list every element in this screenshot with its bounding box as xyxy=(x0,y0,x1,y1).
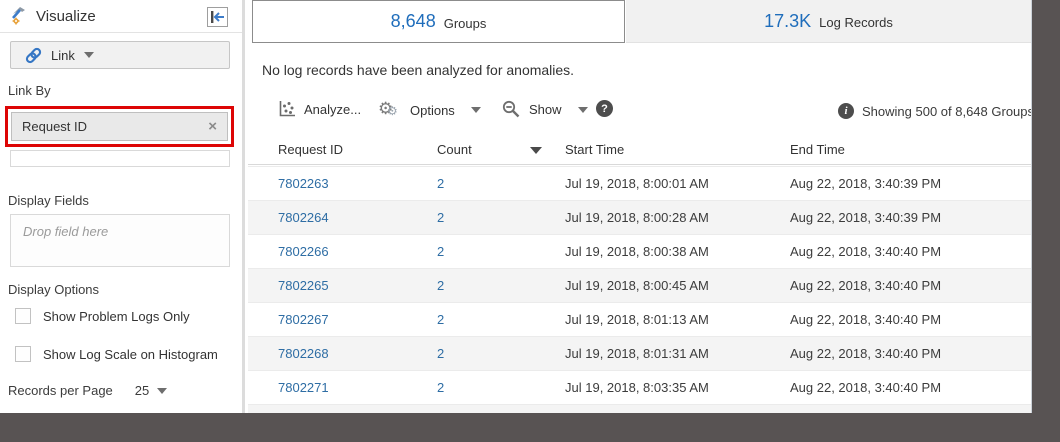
end-time-cell: Aug 22, 2018, 3:40:40 PM xyxy=(790,244,942,259)
tab-log-records[interactable]: 17.3K Log Records xyxy=(626,0,1031,43)
display-fields-label: Display Fields xyxy=(8,193,89,208)
groups-tab-label: Groups xyxy=(443,15,487,31)
visualize-hammer-icon xyxy=(12,7,25,25)
table-header-row: Request ID Count Start Time End Time xyxy=(248,135,1031,165)
panel-splitter[interactable] xyxy=(242,0,245,413)
request-id-link[interactable]: 7802271 xyxy=(278,380,329,395)
table-row[interactable]: 7802268 2 Jul 19, 2018, 8:01:31 AM Aug 22, … xyxy=(248,336,1031,370)
dropzone-placeholder: Drop field here xyxy=(23,224,109,239)
count-link[interactable]: 2 xyxy=(437,380,444,395)
analyze-label: Analyze... xyxy=(304,101,362,117)
results-summary: i Showing 500 of 8,648 Groups xyxy=(838,103,1034,119)
link-by-empty-slot[interactable] xyxy=(10,150,230,167)
column-header-request-id[interactable]: Request ID xyxy=(278,142,343,157)
start-time-cell: Jul 19, 2018, 8:00:01 AM xyxy=(565,176,709,191)
records-per-page-value[interactable]: 25 xyxy=(135,383,149,398)
groups-count: 8,648 xyxy=(390,11,436,31)
log-records-count: 17.3K xyxy=(764,10,812,31)
remove-field-icon[interactable]: × xyxy=(208,119,217,134)
table-row[interactable]: 7802264 2 Jul 19, 2018, 8:00:28 AM Aug 22, … xyxy=(248,200,1031,234)
chevron-down-icon xyxy=(470,107,481,113)
end-time-cell: Aug 22, 2018, 3:40:40 PM xyxy=(790,278,942,293)
column-header-count[interactable]: Count xyxy=(437,142,472,157)
count-link[interactable]: 2 xyxy=(437,176,444,191)
anomaly-message: No log records have been analyzed for an… xyxy=(262,62,575,78)
collapse-panel-button[interactable] xyxy=(207,7,228,27)
start-time-cell: Jul 19, 2018, 8:01:13 AM xyxy=(565,312,709,327)
chevron-down-icon xyxy=(577,106,588,113)
start-time-cell: Jul 19, 2018, 8:00:45 AM xyxy=(565,278,709,293)
option-log-scale-histogram: Show Log Scale on Histogram xyxy=(15,346,218,362)
help-button[interactable]: ? xyxy=(596,100,613,117)
analyze-scatter-icon xyxy=(279,101,295,117)
link-by-label: Link By xyxy=(8,83,51,98)
column-header-start-time[interactable]: Start Time xyxy=(565,142,624,157)
end-time-cell: Aug 22, 2018, 3:40:40 PM xyxy=(790,346,942,361)
link-icon xyxy=(25,47,42,63)
options-menu-button[interactable]: ⚙ ⚙ Options xyxy=(378,100,481,120)
end-time-cell: Aug 22, 2018, 3:40:39 PM xyxy=(790,176,942,191)
display-fields-dropzone[interactable]: Drop field here xyxy=(10,214,230,267)
request-id-link[interactable]: 7802264 xyxy=(278,210,329,225)
info-icon: i xyxy=(838,103,854,119)
request-id-link[interactable]: 7802266 xyxy=(278,244,329,259)
results-summary-text: Showing 500 of 8,648 Groups xyxy=(862,103,1035,119)
link-by-field-pill[interactable]: Request ID × xyxy=(11,112,228,141)
collapse-left-icon xyxy=(211,11,224,23)
chevron-down-icon[interactable] xyxy=(157,387,168,394)
panel-header: Visualize xyxy=(0,0,242,33)
options-label: Options xyxy=(410,102,455,118)
chevron-down-icon xyxy=(83,52,94,58)
count-link[interactable]: 2 xyxy=(437,244,444,259)
log-analytics-window: Visualize Link Link By Request ID × Disp… xyxy=(0,0,1060,442)
request-id-link[interactable]: 7802267 xyxy=(278,312,329,327)
table-row[interactable]: 7802271 2 Jul 19, 2018, 8:03:35 AM Aug 22, … xyxy=(248,370,1031,404)
log-records-tab-label: Log Records xyxy=(819,15,893,30)
show-menu-button[interactable]: Show xyxy=(502,100,588,119)
window-frame-right xyxy=(1031,0,1060,442)
start-time-cell: Jul 19, 2018, 8:00:28 AM xyxy=(565,210,709,225)
records-per-page-control: Records per Page 25 xyxy=(8,383,168,398)
link-menu-button[interactable]: Link xyxy=(10,41,230,69)
display-options-label: Display Options xyxy=(8,282,100,297)
visualize-panel: Visualize Link Link By Request ID × Disp… xyxy=(0,0,242,413)
request-id-link[interactable]: 7802263 xyxy=(278,176,329,191)
link-button-label: Link xyxy=(51,47,75,63)
end-time-cell: Aug 22, 2018, 3:40:39 PM xyxy=(790,210,942,225)
sort-descending-icon[interactable] xyxy=(530,147,542,154)
options-gears-icon: ⚙ ⚙ xyxy=(378,99,398,118)
option-show-problem-logs: Show Problem Logs Only xyxy=(15,308,190,324)
tab-groups[interactable]: 8,648 Groups xyxy=(252,0,625,43)
panel-title: Visualize xyxy=(36,7,96,25)
table-row[interactable]: 7802267 2 Jul 19, 2018, 8:01:13 AM Aug 22, … xyxy=(248,302,1031,336)
count-link[interactable]: 2 xyxy=(437,312,444,327)
table-row[interactable]: 7802265 2 Jul 19, 2018, 8:00:45 AM Aug 22, … xyxy=(248,268,1031,302)
start-time-cell: Jul 19, 2018, 8:01:31 AM xyxy=(565,346,709,361)
help-icon: ? xyxy=(596,100,613,117)
window-frame-bottom xyxy=(0,413,1060,442)
records-per-page-label: Records per Page xyxy=(8,383,113,398)
request-id-link[interactable]: 7802265 xyxy=(278,278,329,293)
show-problem-logs-checkbox[interactable] xyxy=(15,308,31,324)
table-row[interactable]: 7802266 2 Jul 19, 2018, 8:00:38 AM Aug 22, … xyxy=(248,234,1031,268)
count-link[interactable]: 2 xyxy=(437,346,444,361)
count-link[interactable]: 2 xyxy=(437,278,444,293)
zoom-out-icon xyxy=(502,100,520,118)
checkbox-label: Show Problem Logs Only xyxy=(43,308,190,324)
show-label: Show xyxy=(529,102,562,117)
checkbox-label: Show Log Scale on Histogram xyxy=(43,346,218,362)
table-row[interactable]: 7802263 2 Jul 19, 2018, 8:00:01 AM Aug 22, … xyxy=(248,166,1031,200)
start-time-cell: Jul 19, 2018, 8:03:35 AM xyxy=(565,380,709,395)
end-time-cell: Aug 22, 2018, 3:40:40 PM xyxy=(790,312,942,327)
log-scale-histogram-checkbox[interactable] xyxy=(15,346,31,362)
analyze-button[interactable]: Analyze... xyxy=(278,100,361,118)
request-id-link[interactable]: 7802268 xyxy=(278,346,329,361)
column-header-end-time[interactable]: End Time xyxy=(790,142,845,157)
link-by-field-label: Request ID xyxy=(22,119,88,134)
groups-table-body: 7802263 2 Jul 19, 2018, 8:00:01 AM Aug 22, … xyxy=(248,166,1031,413)
start-time-cell: Jul 19, 2018, 8:00:38 AM xyxy=(565,244,709,259)
table-row-partial[interactable] xyxy=(248,404,1031,413)
end-time-cell: Aug 22, 2018, 3:40:40 PM xyxy=(790,380,942,395)
count-link[interactable]: 2 xyxy=(437,210,444,225)
